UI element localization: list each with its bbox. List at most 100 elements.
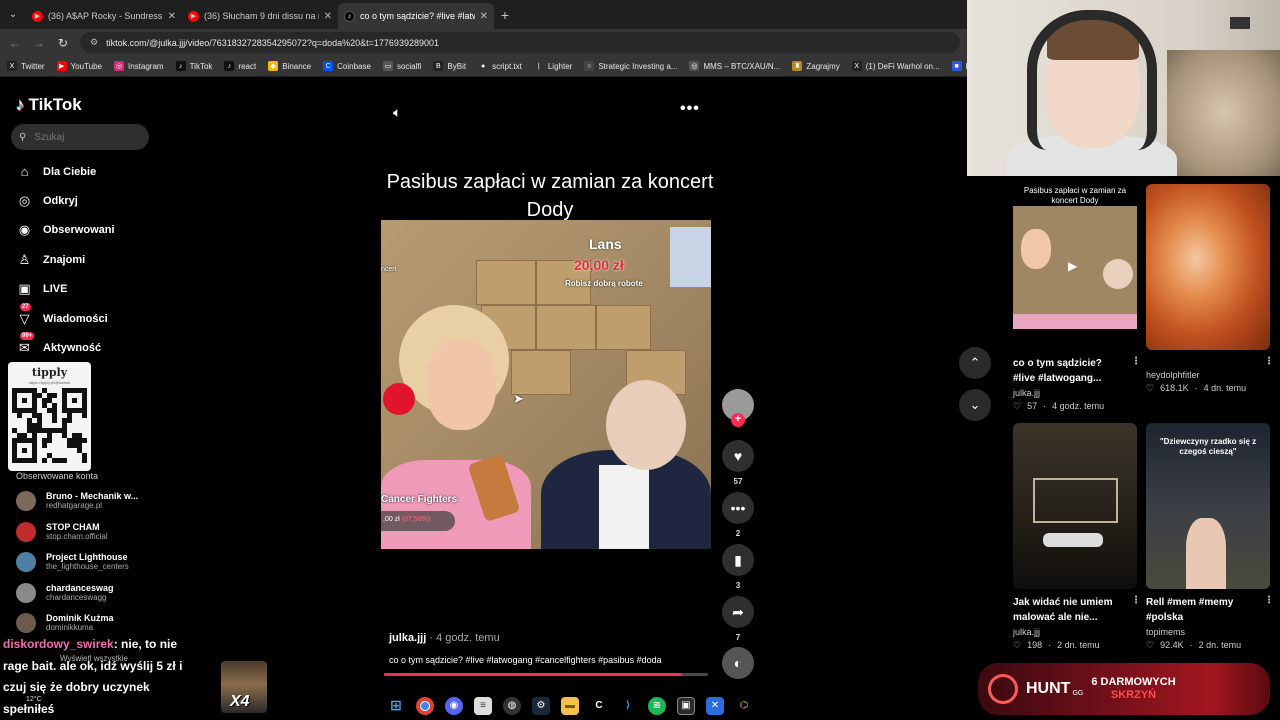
more-icon[interactable]: ⋮ [1264, 595, 1274, 606]
bookmark-item[interactable]: ○ Strategic Investing a... [584, 61, 677, 71]
tiktok-logo[interactable]: ♪ TikTok [16, 95, 82, 115]
bookmark-item[interactable]: ♜ Zagrajmy [792, 61, 840, 71]
following-account[interactable]: Project Lighthouse the_lighthouse_centers [16, 552, 129, 572]
spotify-icon[interactable]: ≋ [648, 696, 666, 715]
following-account[interactable]: STOP CHAM stop.cham.official [16, 522, 108, 542]
league-icon[interactable]: ⌬ [735, 697, 753, 715]
search-input[interactable] [34, 131, 130, 143]
bookmark-item[interactable]: X (1) DeFi Warhol on... [851, 61, 940, 71]
share-action[interactable]: ➦ 7 [722, 596, 754, 642]
ccleaner-icon[interactable]: C [590, 697, 608, 715]
following-account[interactable]: Dominik Kuźma dominikkuma [16, 613, 114, 633]
bookmark-item[interactable]: B ByBit [433, 61, 466, 71]
search-box[interactable]: ⚲ [11, 124, 149, 150]
card-title[interactable]: co o tym sądzicie? #live #latwogang... [1013, 356, 1125, 386]
car-drawing [1043, 533, 1103, 547]
chrome-icon[interactable] [416, 696, 434, 715]
more-options-icon[interactable]: ••• [680, 100, 700, 118]
video-thumbnail[interactable]: Pasibus zapłaci w zamian za koncert Dody… [1013, 184, 1137, 350]
card-author[interactable]: heydolphfitler [1146, 370, 1270, 380]
card-title[interactable]: Rell #mem #memy #polska [1146, 595, 1258, 625]
windows-start-icon[interactable]: ⊞ [387, 697, 405, 715]
close-icon[interactable]: ✕ [324, 11, 332, 22]
site-info-icon[interactable]: ⚙ [90, 37, 98, 48]
more-icon[interactable]: ⋮ [1264, 356, 1274, 367]
nav-item-aktywność[interactable]: ✉ 99+ Aktywność [16, 332, 101, 356]
nav-item-wiadomości[interactable]: ▽ 27 Wiadomości [16, 303, 108, 327]
url-field[interactable]: ⚙ tiktok.com/@julka.jjj/video/7631832728… [80, 32, 960, 53]
video-frame[interactable]: Lans 20,00 zł Robisz dobrą robote ncert … [381, 220, 711, 549]
steam-icon[interactable]: ⚙ [532, 696, 550, 715]
card-time: 4 dn. temu [1203, 383, 1247, 393]
save-action[interactable]: ▮ 3 [722, 544, 754, 590]
next-video-button[interactable]: ⌄ [959, 389, 991, 421]
comment-action[interactable]: ••• 2 [722, 492, 754, 538]
bookmark-item[interactable]: C Coinbase [323, 61, 371, 71]
author-avatar[interactable]: + [722, 389, 754, 427]
browser-tab-1[interactable]: ▶ (36) A$AP Rocky - Sundress (Of ✕ [26, 3, 182, 29]
following-account[interactable]: Bruno - Mechanik w... redhatgarage.pl [16, 491, 138, 511]
weather-widget[interactable]: 12°C [26, 696, 42, 703]
obs-icon[interactable]: ◍ [503, 696, 521, 715]
previous-video-button[interactable]: ⌃ [959, 347, 991, 379]
bookmark-item[interactable]: ♪ TikTok [175, 61, 212, 71]
music-disc-icon[interactable]: ◐ [722, 647, 754, 679]
bookmark-item[interactable]: ♪ react [224, 61, 256, 71]
new-tab-icon[interactable]: + [494, 7, 516, 23]
card-title[interactable]: Jak widać nie umiem malować ale nie... [1013, 595, 1125, 625]
bookmark-item[interactable]: ▭ socialfi [382, 61, 421, 71]
recommended-card[interactable]: Pasibus zapłaci w zamian za koncert Dody… [1013, 184, 1141, 412]
bookmark-item[interactable]: X Twitter [7, 61, 45, 71]
sound-disc-action[interactable]: ◐ [722, 647, 754, 679]
bookmark-item[interactable]: ▶ YouTube [56, 61, 102, 71]
more-icon[interactable]: ⋮ [1131, 595, 1141, 606]
back-icon[interactable]: ← [8, 36, 22, 50]
folder-icon[interactable]: ▬ [561, 696, 579, 715]
browser-tab-3-active[interactable]: ♪ co o tym sądzicie? #live #latwo ✕ [338, 3, 494, 29]
app-icon-blue[interactable]: ✕ [706, 696, 724, 715]
bookmark-item[interactable]: ● script.txt [478, 61, 522, 71]
bookmark-item[interactable]: ◎ MMS – BTC/XAU/N... [689, 61, 780, 71]
video-thumbnail[interactable]: "Dziewczyny rzadko się z czegoś cieszą" [1146, 423, 1270, 589]
app-icon[interactable]: ▣ [677, 696, 695, 715]
bookmark-item[interactable]: ◆ Binance [268, 61, 311, 71]
bookmark-icon[interactable]: ▮ [722, 544, 754, 576]
bookmark-item[interactable]: ◎ Instagram [114, 61, 164, 71]
video-thumbnail[interactable] [1146, 184, 1270, 350]
volume-icon[interactable]: 🔈︎ [393, 104, 401, 121]
heart-icon[interactable]: ♥ [722, 440, 754, 472]
author-avatar-action[interactable]: + [722, 389, 754, 427]
nav-item-live[interactable]: ▣ LIVE [16, 280, 67, 297]
card-author[interactable]: topimems [1146, 627, 1270, 637]
nav-item-znajomi[interactable]: ♙ Znajomi [16, 251, 86, 268]
forward-icon[interactable]: → [32, 36, 46, 50]
like-action[interactable]: ♥ 57 [722, 440, 754, 486]
recommended-card[interactable]: "Dziewczyny rzadko się z czegoś cieszą" … [1146, 423, 1274, 651]
follow-plus-icon[interactable]: + [731, 413, 745, 427]
recommended-card[interactable]: Jak widać nie umiem malować ale nie... ⋮… [1013, 423, 1141, 651]
share-icon[interactable]: ➦ [722, 596, 754, 628]
more-icon[interactable]: ⋮ [1131, 356, 1141, 367]
discord-icon[interactable]: ◉ [445, 696, 463, 715]
video-progress-bar[interactable] [384, 673, 708, 676]
recommended-card[interactable]: ⋮ heydolphfitler ♡ 618.1K · 4 dn. temu [1146, 184, 1274, 394]
card-author[interactable]: julka.jjj [1013, 388, 1137, 398]
card-author[interactable]: julka.jjj [1013, 627, 1137, 637]
author-name[interactable]: julka.jjj [389, 632, 426, 644]
bookmark-item[interactable]: | Lighter [533, 61, 572, 71]
nav-item-dla-ciebie[interactable]: ⌂ Dla Ciebie [16, 163, 97, 180]
browser-tab-2[interactable]: ▶ (36) Słucham 9 dni dissu na rak ✕ [182, 3, 338, 29]
tab-search-dropdown-icon[interactable]: ⌄ [0, 0, 26, 29]
video-thumbnail[interactable] [1013, 423, 1137, 589]
following-account[interactable]: chardanceswag chardanceswagg [16, 583, 114, 603]
comment-icon[interactable]: ••• [722, 492, 754, 524]
notepad-icon[interactable]: ≡ [474, 696, 492, 715]
close-icon[interactable]: ✕ [168, 11, 176, 22]
nav-item-odkryj[interactable]: ◎ Odkryj [16, 192, 78, 209]
promo-brand-suffix: GG [1072, 689, 1084, 697]
reload-icon[interactable]: ↻ [56, 36, 70, 50]
nav-item-obserwowani[interactable]: ◉ Obserwowani [16, 221, 115, 238]
vscode-icon[interactable]: ⟩ [619, 697, 637, 715]
promo-line-2: SKRZYŃ [1110, 689, 1157, 701]
close-icon[interactable]: ✕ [480, 11, 488, 22]
